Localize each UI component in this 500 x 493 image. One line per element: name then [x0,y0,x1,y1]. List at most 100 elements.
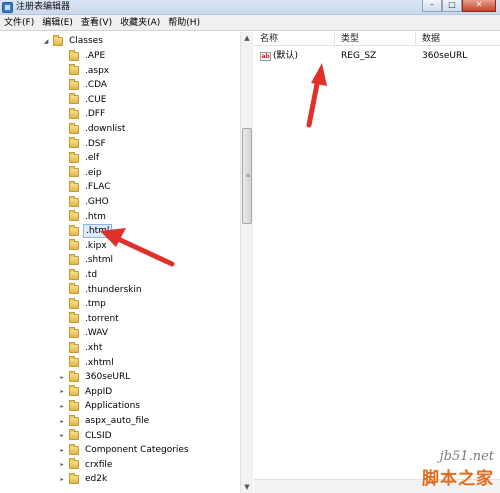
tree-item[interactable]: .DFF [58,107,107,121]
tree-item[interactable]: .thunderskin [58,283,144,297]
collapse-icon[interactable]: ◢ [42,38,50,45]
menu-file[interactable]: 文件(F) [0,15,38,31]
tree-item-label: .thunderskin [85,284,142,295]
tree-item-label: .kipx [85,240,107,251]
column-header-data[interactable]: 数据 [416,32,500,45]
watermark-brand: 脚本之家 [422,469,494,489]
folder-icon [69,472,79,484]
expand-icon[interactable]: ▸ [58,403,66,410]
tree-item-label: .CUE [85,94,107,105]
expand-icon[interactable]: ▸ [58,461,66,468]
menu-favorites[interactable]: 收藏夹(A) [116,15,164,31]
scroll-up-icon[interactable]: ▲ [241,32,253,44]
column-header-type[interactable]: 类型 [335,32,416,45]
minimize-button[interactable]: – [422,0,442,12]
tree-item[interactable]: .htm [58,210,108,224]
folder-icon [69,253,79,265]
tree-item[interactable]: ▸ ed2k [58,472,109,486]
folder-icon [69,429,79,441]
tree-item-label: .elf [85,153,100,164]
tree-item[interactable]: .tmp [58,297,108,311]
tree-item-label: .DFF [85,109,106,120]
scroll-thumb[interactable]: ≡ [242,128,252,224]
tree-item[interactable]: .DSF [58,137,108,151]
tree-item[interactable]: .eip [58,166,104,180]
folder-icon [69,239,79,251]
tree-item[interactable]: ▸ crxfile [58,458,114,472]
registry-key-tree: ◢ Classes .APE .aspx .CDA .CUE .DFF .downlist… [0,32,240,493]
values-pane: 名称 类型 数据 ab (默认) REG_SZ 360seURL [254,32,500,493]
tree-item-label: .xht [85,343,103,353]
tree-item[interactable]: .downlist [58,122,127,136]
tree-item[interactable]: .WAV [58,326,110,340]
tree-item[interactable]: ▸ CLSID [58,429,114,443]
tree-item[interactable]: ▸ AppID [58,385,114,399]
folder-icon [69,268,79,280]
value-row-default[interactable]: ab (默认) REG_SZ 360seURL [254,49,500,63]
tree-vertical-scrollbar[interactable]: ▲ ≡ ▼ [240,32,253,493]
tree-item-label: .xhtml [85,357,114,368]
expand-icon[interactable]: ▸ [58,418,66,425]
tree-item[interactable]: .CUE [58,93,108,107]
tree-item[interactable]: .APE [58,49,107,63]
tree-item[interactable]: .torrent [58,312,121,326]
tree-item[interactable]: .CDA [58,78,109,92]
tree-item-label: AppID [85,386,113,397]
menu-bar: 文件(F) 编辑(E) 查看(V) 收藏夹(A) 帮助(H) [0,15,500,31]
tree-item[interactable]: ▸ Component Categories [58,443,191,457]
folder-icon [69,195,79,207]
menu-help[interactable]: 帮助(H) [164,15,204,31]
folder-icon [69,399,79,411]
maximize-button[interactable]: □ [442,0,462,12]
tree-item-label: .shtml [85,255,114,266]
folder-icon [69,341,79,353]
expand-icon[interactable]: ▸ [58,388,66,395]
tree-item[interactable]: .xhtml [58,356,116,370]
tree-item[interactable]: .xht [58,341,104,355]
tree-item[interactable]: .elf [58,151,101,165]
tree-item[interactable]: .kipx [58,239,109,253]
value-name: (默认) [273,51,299,61]
menu-edit[interactable]: 编辑(E) [38,15,77,31]
scroll-down-icon[interactable]: ▼ [241,481,253,493]
tree-item[interactable]: ▸ Applications [58,399,142,413]
folder-icon [69,312,79,324]
column-header-name[interactable]: 名称 [254,32,335,45]
tree-item[interactable]: .FLAC [58,180,113,194]
folder-icon [69,297,79,309]
folder-icon [69,385,79,397]
tree-item[interactable]: .shtml [58,253,115,267]
tree-item-label: Applications [85,401,140,412]
value-type: REG_SZ [341,51,377,61]
tree-item-label: 360seURL [85,372,131,383]
tree-item[interactable]: .td [58,268,99,282]
tree-item[interactable]: ▸ aspx_auto_file [58,414,151,428]
tree-item-label: .DSF [85,138,106,149]
folder-icon [69,122,79,134]
folder-icon [69,443,79,455]
tree-item[interactable]: ▸ 360seURL [58,370,132,384]
expand-icon[interactable]: ▸ [58,374,66,381]
close-button[interactable]: ✕ [462,0,496,12]
tree-item-label: crxfile [85,459,113,470]
string-value-icon: ab [260,51,271,61]
tree-item-label: Component Categories [85,445,189,456]
tree-item-label: .FLAC [85,182,111,193]
tree-item-label: .downlist [85,124,126,134]
tree-item[interactable]: .GHO [58,195,111,209]
expand-icon[interactable]: ▸ [58,432,66,439]
expand-icon[interactable]: ▸ [58,447,66,454]
folder-icon [69,224,79,236]
site-watermark: jb51.net 脚本之家 [422,449,494,489]
folder-icon [69,49,79,61]
tree-item[interactable]: .aspx [58,64,111,78]
menu-view[interactable]: 查看(V) [77,15,116,31]
folder-icon [69,458,79,470]
tree-item[interactable]: .html [58,224,113,239]
tree-item-classes[interactable]: ◢ Classes [42,34,105,48]
tree-item-label: .WAV [85,328,109,339]
key-tree-pane: ◢ Classes .APE .aspx .CDA .CUE .DFF .downlist… [0,32,253,493]
tree-item-label: ed2k [85,474,108,485]
folder-open-icon [53,34,63,46]
expand-icon[interactable]: ▸ [58,476,66,483]
